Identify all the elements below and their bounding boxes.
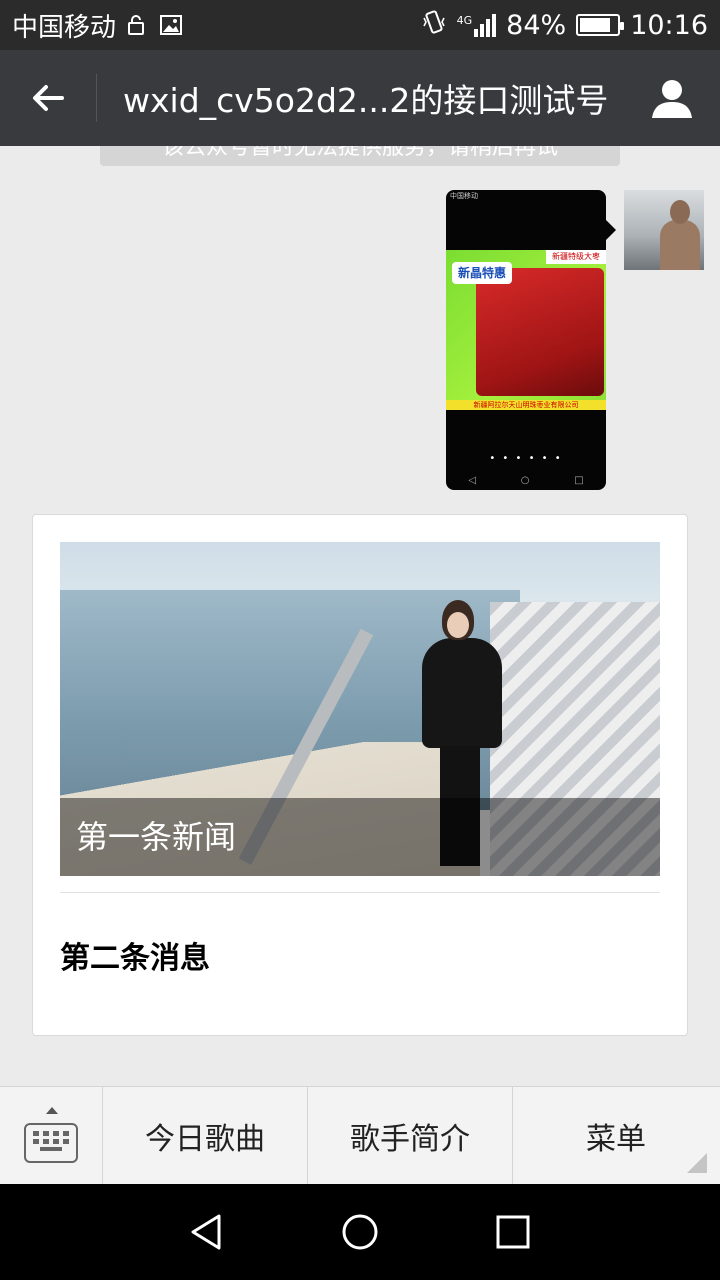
- screenshot-status-bar: 中国移动: [450, 192, 478, 200]
- news-divider: [60, 892, 660, 893]
- menu-item-singer-intro[interactable]: 歌手简介: [308, 1087, 513, 1185]
- menu-item-label: 歌手简介: [350, 1122, 470, 1157]
- square-recents-icon: [496, 1215, 530, 1249]
- jujube-package: [476, 268, 604, 396]
- battery-icon: [576, 14, 625, 36]
- keyboard-icon: [24, 1123, 78, 1163]
- network-type: 4G: [456, 13, 473, 27]
- screenshot-back-icon: ◁: [468, 475, 477, 486]
- news-item-1-title: 第一条新闻: [60, 798, 660, 876]
- clock: 10:16: [630, 9, 708, 41]
- user-avatar[interactable]: [624, 190, 704, 270]
- profile-button[interactable]: [624, 50, 720, 146]
- vibrate-icon: [421, 9, 447, 42]
- bubble-tail: [606, 220, 616, 240]
- menu-item-menu[interactable]: 菜单: [513, 1087, 719, 1185]
- poster-brand: 新晶特惠: [452, 262, 512, 284]
- avatar-body: [660, 220, 700, 270]
- menu-item-label: 今日歌曲: [145, 1122, 265, 1157]
- nav-recents-button[interactable]: [489, 1208, 537, 1256]
- person-body: [422, 638, 502, 748]
- status-bar: 中国移动 4G 84% 10:16: [0, 0, 720, 50]
- news-card: 第一条新闻 第二条消息: [32, 514, 688, 1036]
- image-notification-icon: [158, 12, 184, 38]
- system-nav-bar: [0, 1184, 720, 1280]
- news-item-2[interactable]: 第二条消息: [60, 933, 210, 977]
- arrow-up-icon: [46, 1107, 58, 1114]
- circle-home-icon: [342, 1214, 378, 1250]
- product-poster: 新晶特惠 新疆特级大枣 新疆阿拉尔天山明珠枣业有限公司: [446, 250, 606, 410]
- screenshot-nav-row: ◁ ○ □: [446, 475, 606, 486]
- triangle-back-icon: [191, 1214, 221, 1250]
- title-bar: wxid_cv5o2d2...2的接口测试号: [0, 50, 720, 146]
- news-item-1[interactable]: 第一条新闻: [60, 542, 660, 876]
- battery-percent: 84%: [506, 9, 567, 41]
- signal-icon: 4G: [456, 13, 497, 37]
- screenshot-recent-icon: □: [574, 475, 584, 486]
- carrier-name: 中国移动: [12, 12, 117, 43]
- poster-top-strip: 新疆特级大枣: [546, 250, 606, 264]
- person-icon: [652, 80, 692, 118]
- person-face: [447, 612, 469, 638]
- menu-item-label: 菜单: [586, 1122, 646, 1157]
- lock-notification-icon: [124, 12, 150, 38]
- nav-home-button[interactable]: [336, 1208, 384, 1256]
- poster-footer-strip: 新疆阿拉尔天山明珠枣业有限公司: [446, 400, 606, 410]
- submenu-indicator-icon: [687, 1153, 707, 1173]
- avatar-head: [670, 200, 690, 224]
- nav-back-button[interactable]: [183, 1208, 231, 1256]
- chat-title: wxid_cv5o2d2...2的接口测试号: [123, 81, 609, 120]
- back-button[interactable]: [0, 50, 96, 146]
- custom-menu-bar: 今日歌曲 歌手简介 菜单: [0, 1086, 720, 1185]
- keyboard-toggle-button[interactable]: [0, 1087, 103, 1185]
- image-message[interactable]: 中国移动 新晶特惠 新疆特级大枣 新疆阿拉尔天山明珠枣业有限公司 • • • •…: [446, 190, 606, 490]
- system-notice-text: 该公众号暂时无法提供服务，请稍后再试: [161, 146, 558, 160]
- menu-item-today-song[interactable]: 今日歌曲: [103, 1087, 308, 1185]
- screenshot-home-icon: ○: [520, 475, 530, 486]
- back-arrow-icon: [33, 85, 64, 111]
- system-notice: 该公众号暂时无法提供服务，请稍后再试: [100, 146, 620, 166]
- carousel-dots: • • • • • •: [489, 453, 563, 464]
